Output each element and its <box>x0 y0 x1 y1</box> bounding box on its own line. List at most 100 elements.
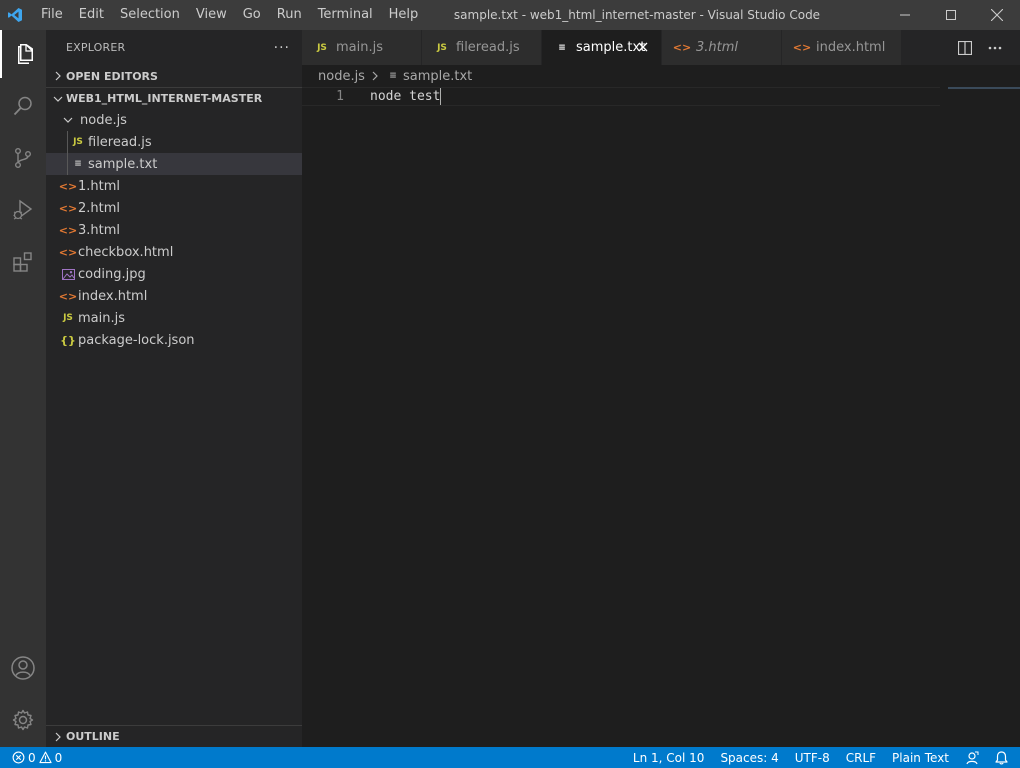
error-icon <box>12 751 25 764</box>
minimap[interactable] <box>948 87 1020 89</box>
menu-help[interactable]: Help <box>381 0 427 30</box>
file-label: 1.html <box>78 178 121 194</box>
file-label: coding.jpg <box>78 266 146 282</box>
menu-terminal[interactable]: Terminal <box>310 0 381 30</box>
breadcrumb: node.js ≡ sample.txt <box>302 65 1020 87</box>
file-label: package-lock.json <box>78 332 195 348</box>
tree-item-sample-txt[interactable]: ≡ sample.txt <box>46 153 302 175</box>
tree-item-checkbox-html[interactable]: <> checkbox.html <box>46 241 302 263</box>
menu-run[interactable]: Run <box>269 0 310 30</box>
close-window-button[interactable] <box>974 0 1020 30</box>
breadcrumb-folder[interactable]: node.js <box>318 69 365 84</box>
project-folder-label: WEB1_HTML_INTERNET-MASTER <box>66 92 263 105</box>
tree-item-main-js[interactable]: JS main.js <box>46 307 302 329</box>
breadcrumb-file[interactable]: sample.txt <box>403 69 472 84</box>
explorer-sidebar: EXPLORER ··· OPEN EDITORS WEB1_HTML_INTE… <box>46 30 302 747</box>
html-file-icon: <> <box>58 245 78 259</box>
html-file-icon: <> <box>58 223 78 237</box>
error-count: 0 <box>28 750 36 765</box>
search-icon[interactable] <box>0 82 46 130</box>
html-file-icon: <> <box>672 41 692 54</box>
editor-tabs: JS main.js JS fileread.js ≡ sample.txt <… <box>302 30 1020 65</box>
text-file-icon: ≡ <box>74 159 82 169</box>
feedback-icon[interactable] <box>957 747 987 768</box>
status-bar: 0 0 Ln 1, Col 10 Spaces: 4 UTF-8 CRLF Pl… <box>0 747 1020 768</box>
close-tab-icon[interactable] <box>635 39 651 55</box>
split-editor-icon[interactable] <box>950 30 980 65</box>
tab-index-html[interactable]: <> index.html <box>782 30 902 65</box>
language-mode[interactable]: Plain Text <box>884 747 957 768</box>
tree-item-2-html[interactable]: <> 2.html <box>46 197 302 219</box>
settings-gear-icon[interactable] <box>0 696 46 744</box>
tab-label: fileread.js <box>456 40 520 55</box>
more-actions-icon[interactable]: ··· <box>274 40 290 56</box>
folder-label: node.js <box>80 112 127 128</box>
editor-line[interactable]: 1 node test <box>302 87 940 106</box>
tab-label: index.html <box>816 40 886 55</box>
vscode-logo-icon <box>0 0 30 30</box>
tree-item-index-html[interactable]: <> index.html <box>46 285 302 307</box>
javascript-file-icon: JS <box>437 42 447 53</box>
file-label: 3.html <box>78 222 121 238</box>
warning-count: 0 <box>54 750 63 765</box>
javascript-file-icon: JS <box>73 137 83 147</box>
account-icon[interactable] <box>0 644 46 692</box>
explorer-icon[interactable] <box>0 30 46 78</box>
file-label: 2.html <box>78 200 121 216</box>
file-label: fileread.js <box>88 134 152 150</box>
html-file-icon: <> <box>58 201 78 215</box>
tree-item-3-html[interactable]: <> 3.html <box>46 219 302 241</box>
encoding[interactable]: UTF-8 <box>787 747 838 768</box>
tree-item-package-lock-json[interactable]: {} package-lock.json <box>46 329 302 351</box>
tab-sample-txt[interactable]: ≡ sample.txt <box>542 30 662 65</box>
line-number: 1 <box>336 89 344 104</box>
file-label: index.html <box>78 288 148 304</box>
run-debug-icon[interactable] <box>0 186 46 234</box>
menu-go[interactable]: Go <box>235 0 269 30</box>
chevron-down-icon <box>60 112 76 128</box>
open-editors-section[interactable]: OPEN EDITORS <box>46 65 302 87</box>
file-label: checkbox.html <box>78 244 174 260</box>
problems-indicator[interactable]: 0 0 <box>0 751 62 765</box>
source-control-icon[interactable] <box>0 134 46 182</box>
title-bar: File Edit Selection View Go Run Terminal… <box>0 0 1020 30</box>
end-of-line[interactable]: CRLF <box>838 747 884 768</box>
tab-fileread-js[interactable]: JS fileread.js <box>422 30 542 65</box>
tab-3-html[interactable]: <> 3.html <box>662 30 782 65</box>
menu-selection[interactable]: Selection <box>112 0 188 30</box>
json-file-icon: {} <box>60 333 76 347</box>
tree-item-1-html[interactable]: <> 1.html <box>46 175 302 197</box>
tab-label: main.js <box>336 40 383 55</box>
menu-edit[interactable]: Edit <box>71 0 112 30</box>
text-cursor <box>440 88 442 105</box>
folder-node-js[interactable]: node.js <box>46 109 302 131</box>
line-text: node test <box>370 89 441 104</box>
minimize-button[interactable] <box>882 0 928 30</box>
activity-bar <box>0 30 46 747</box>
chevron-right-icon <box>371 71 379 81</box>
extensions-icon[interactable] <box>0 238 46 286</box>
indentation[interactable]: Spaces: 4 <box>712 747 786 768</box>
maximize-button[interactable] <box>928 0 974 30</box>
open-editors-label: OPEN EDITORS <box>66 69 158 83</box>
outline-section[interactable]: OUTLINE <box>46 725 302 747</box>
html-file-icon: <> <box>58 289 78 303</box>
text-file-icon: ≡ <box>558 42 566 53</box>
menu-file[interactable]: File <box>33 0 71 30</box>
more-actions-icon[interactable] <box>980 30 1010 65</box>
maximize-icon <box>946 10 956 20</box>
project-folder-section[interactable]: WEB1_HTML_INTERNET-MASTER <box>46 87 302 109</box>
tree-item-fileread-js[interactable]: JS fileread.js <box>67 131 302 153</box>
html-file-icon: <> <box>58 179 78 193</box>
window-controls <box>882 0 1020 30</box>
line-content[interactable]: node test <box>370 88 442 105</box>
menu-view[interactable]: View <box>188 0 235 30</box>
tree-item-coding-jpg[interactable]: coding.jpg <box>46 263 302 285</box>
cursor-position[interactable]: Ln 1, Col 10 <box>625 747 713 768</box>
code-editor[interactable]: 1 node test <box>302 87 1020 747</box>
tab-main-js[interactable]: JS main.js <box>302 30 422 65</box>
notifications-bell-icon[interactable] <box>987 747 1020 768</box>
file-label: main.js <box>78 310 125 326</box>
image-file-icon <box>60 266 76 282</box>
chevron-down-icon <box>50 94 66 104</box>
